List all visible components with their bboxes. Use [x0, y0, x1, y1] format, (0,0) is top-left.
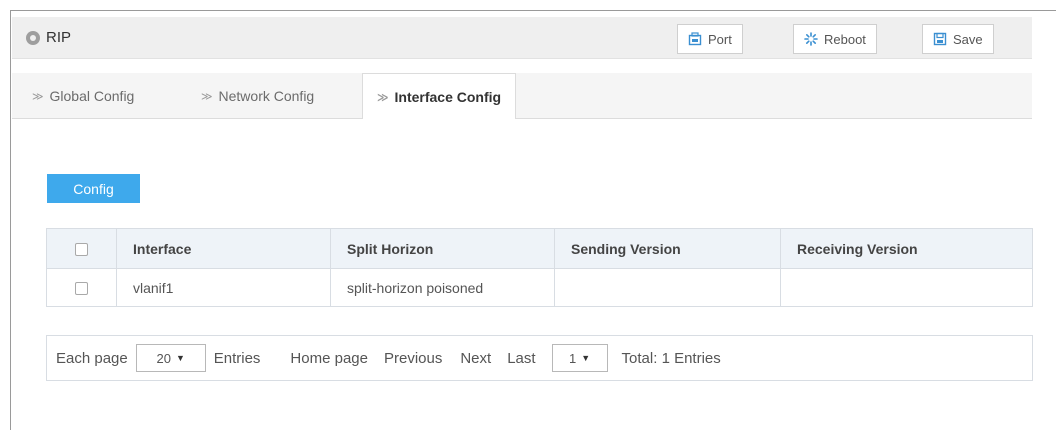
current-page-value: 1: [568, 350, 577, 366]
page-title: RIP: [46, 29, 72, 46]
cell-sending-version: [554, 268, 781, 307]
entries-label: Entries: [213, 349, 261, 367]
save-label: Save: [953, 31, 983, 47]
dropdown-caret-icon: ▼: [581, 353, 591, 363]
each-page-label: Each page: [56, 349, 128, 367]
tab-interface-config[interactable]: ≫ Interface Config: [362, 73, 517, 120]
location-pin-icon: [26, 31, 40, 45]
tab-network-config[interactable]: ≫ Network Config: [201, 73, 314, 119]
pagination-bar: Each page 20 ▼ Entries Home page Previou…: [46, 335, 1033, 381]
config-button[interactable]: Config: [47, 174, 140, 203]
select-all-checkbox[interactable]: [75, 243, 88, 257]
table-row[interactable]: vlanif1 split-horizon poisoned: [46, 268, 1033, 307]
tab-label: Global Config: [49, 88, 135, 104]
cell-split-horizon: split-horizon poisoned: [330, 268, 555, 307]
previous-link[interactable]: Previous: [384, 350, 442, 367]
home-page-link[interactable]: Home page: [290, 350, 368, 367]
tab-bar: ≫ Global Config ≫ Network Config ≫ Inter…: [12, 73, 1032, 120]
last-link[interactable]: Last: [507, 350, 535, 367]
reboot-button[interactable]: Reboot: [793, 24, 877, 54]
save-button[interactable]: Save: [922, 24, 994, 54]
port-icon: [688, 32, 702, 46]
tab-arrow-icon: ≫: [201, 90, 213, 103]
select-all-cell: [46, 228, 117, 269]
page-size-value: 20: [156, 350, 171, 366]
next-link[interactable]: Next: [460, 350, 491, 367]
col-receiving-version[interactable]: Receiving Version: [780, 228, 1033, 269]
cell-interface: vlanif1: [116, 268, 331, 307]
port-label: Port: [708, 31, 732, 47]
content-panel: Config Interface Split Horizon Sending V…: [12, 119, 1033, 419]
total-entries: Total: 1 Entries: [621, 349, 721, 367]
tab-label: Interface Config: [394, 89, 502, 105]
title-bar: RIP Port Reboot Save: [12, 17, 1032, 59]
col-interface[interactable]: Interface: [116, 228, 331, 269]
reboot-label: Reboot: [824, 31, 866, 47]
tab-global-config[interactable]: ≫ Global Config: [32, 73, 134, 119]
reboot-icon: [804, 32, 818, 46]
tab-label: Network Config: [218, 88, 315, 104]
table-header-row: Interface Split Horizon Sending Version …: [46, 228, 1033, 269]
page-number-select[interactable]: 1 ▼: [551, 344, 608, 372]
col-sending-version[interactable]: Sending Version: [554, 228, 781, 269]
col-split-horizon[interactable]: Split Horizon: [330, 228, 555, 269]
interface-table: Interface Split Horizon Sending Version …: [46, 228, 1033, 307]
row-select-cell: [46, 268, 117, 307]
dropdown-caret-icon: ▼: [176, 353, 185, 363]
port-button[interactable]: Port: [677, 24, 743, 54]
tab-arrow-icon: ≫: [377, 91, 389, 104]
cell-receiving-version: [780, 268, 1033, 307]
row-checkbox[interactable]: [75, 282, 88, 296]
tab-arrow-icon: ≫: [32, 90, 44, 103]
page-size-select[interactable]: 20 ▼: [135, 344, 206, 372]
save-icon: [933, 32, 947, 46]
